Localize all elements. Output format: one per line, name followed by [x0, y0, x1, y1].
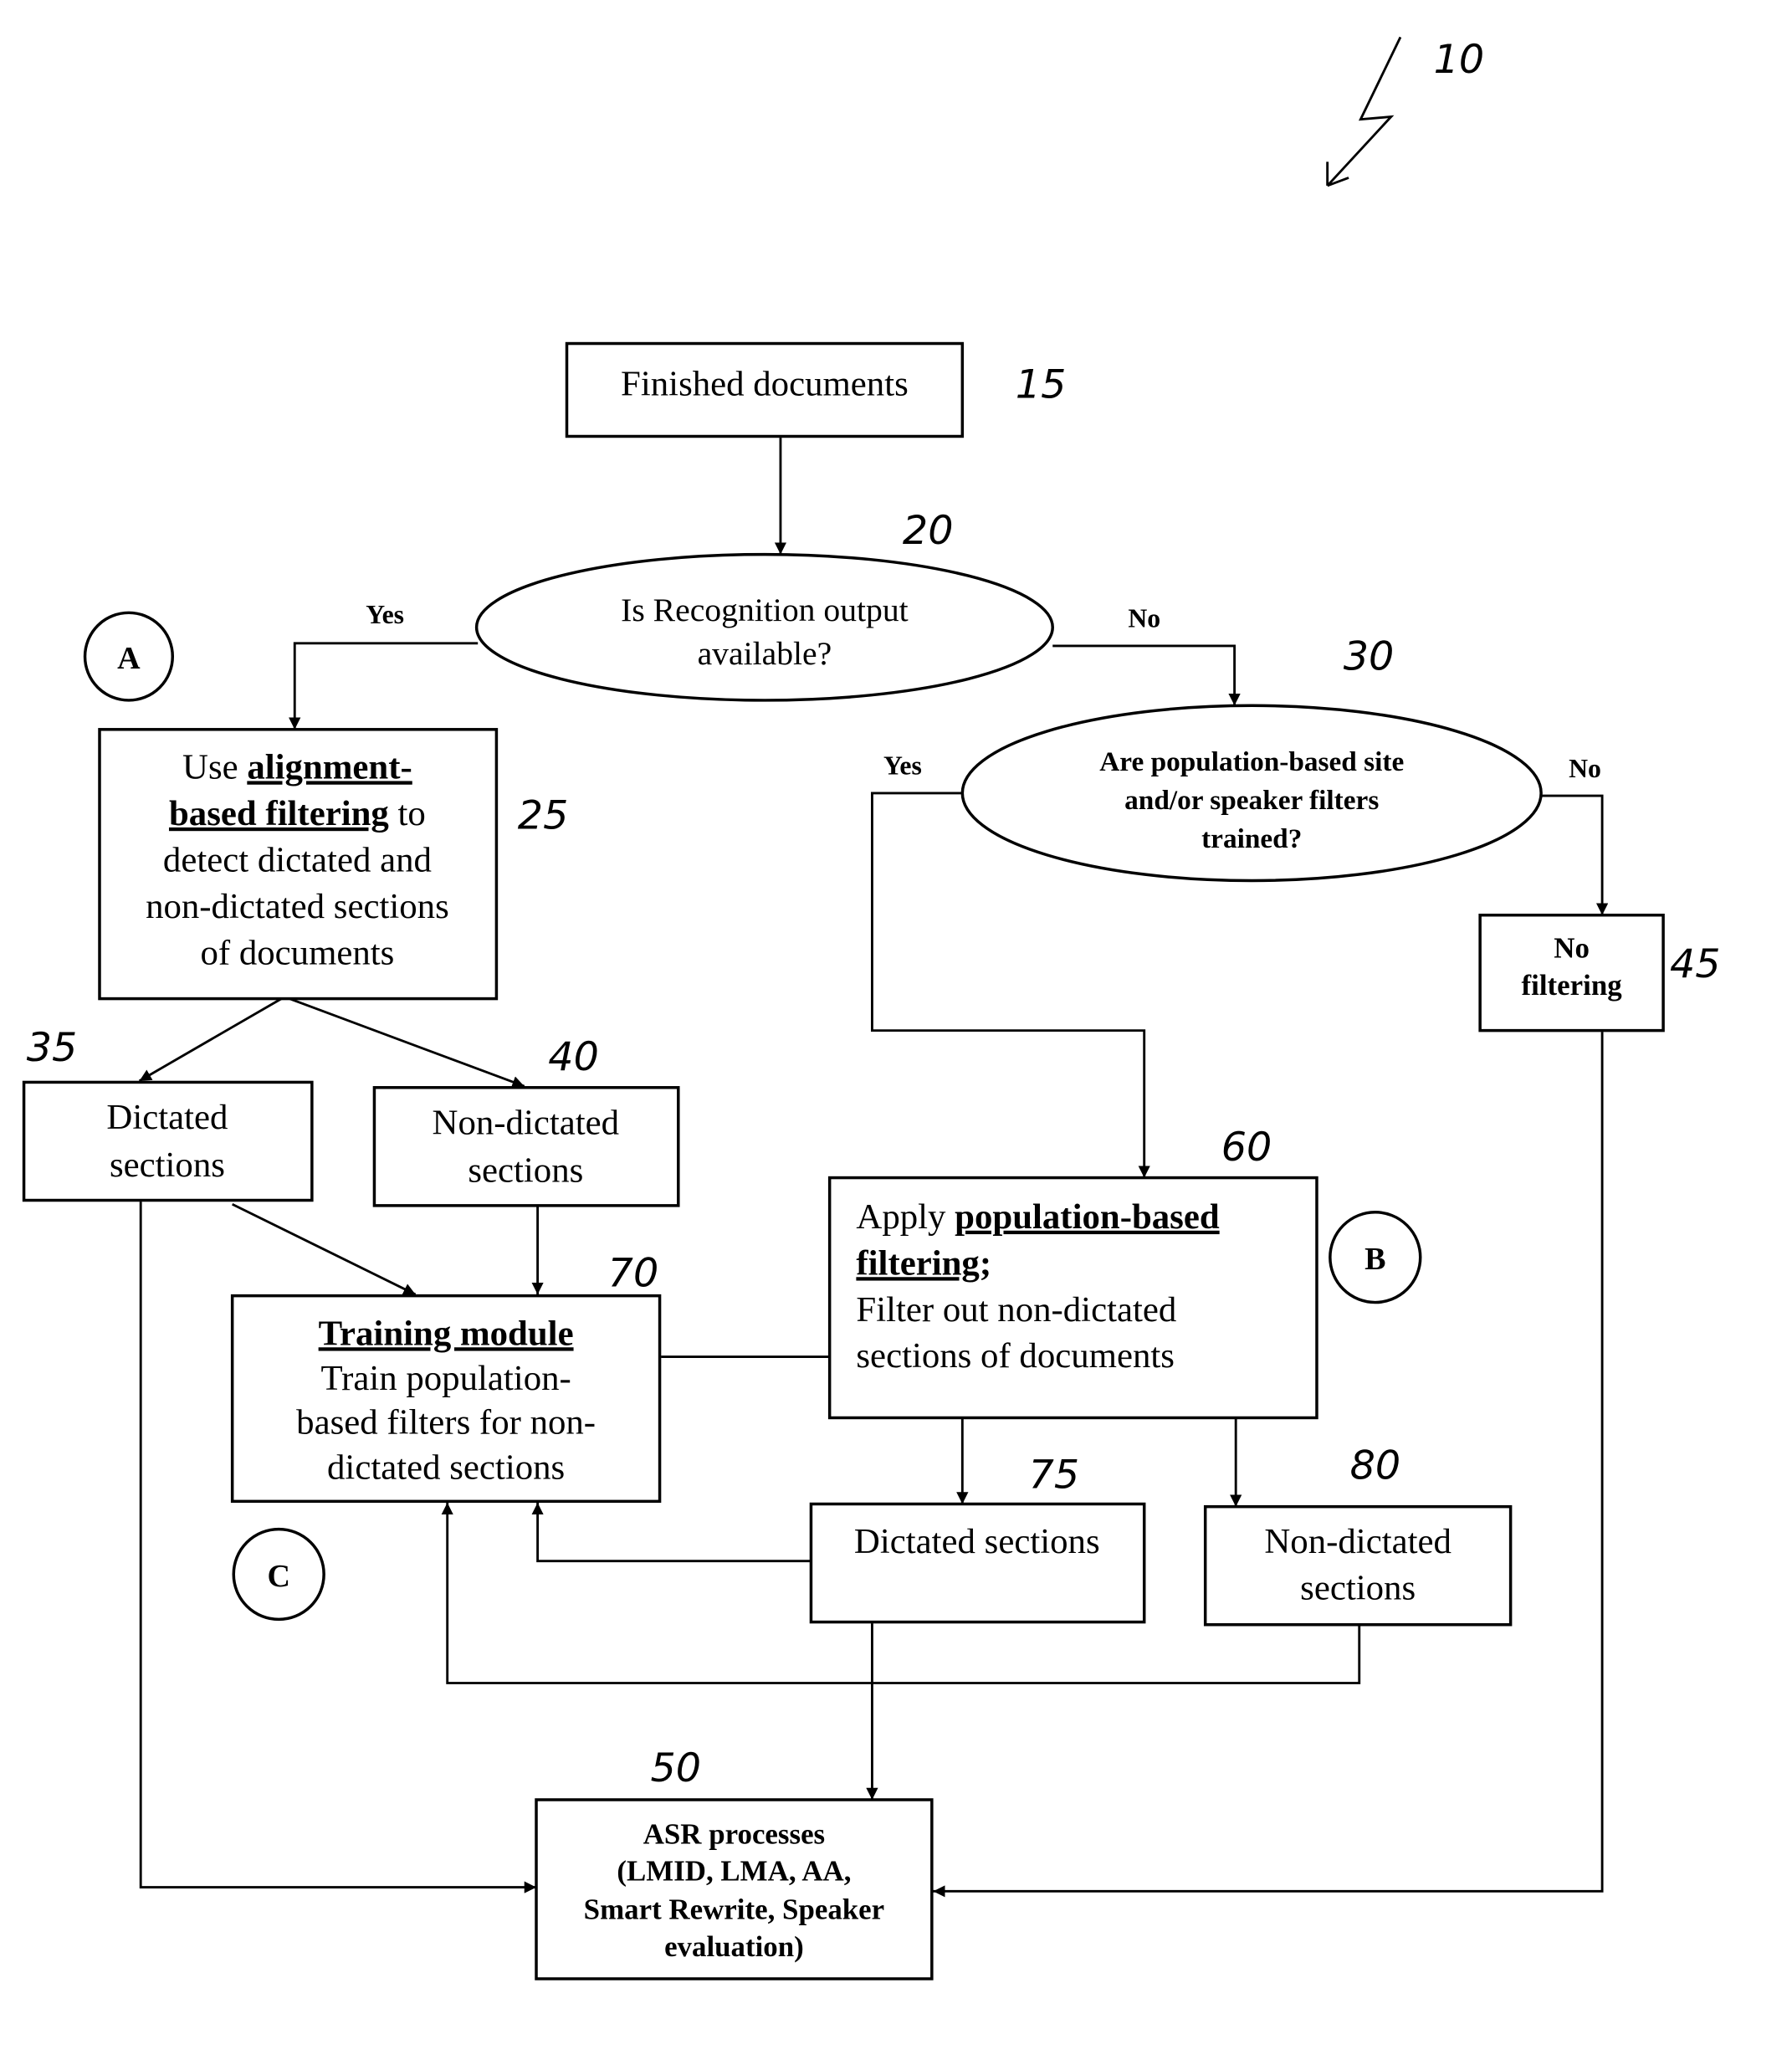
edge-label-yes: Yes: [366, 600, 404, 629]
svg-text:C: C: [267, 1559, 289, 1594]
svg-text:trained?: trained?: [1201, 823, 1302, 854]
decision-filters-trained: Are population-based site and/or speaker…: [960, 633, 1543, 883]
node-finished-documents: Finished documents 15: [565, 341, 1067, 438]
svg-text:sections: sections: [468, 1150, 583, 1190]
svg-text:No: No: [1554, 931, 1590, 964]
svg-text:based filtering to: based filtering to: [169, 794, 426, 833]
svg-text:A: A: [117, 641, 141, 676]
svg-text:and/or speaker filters: and/or speaker filters: [1124, 785, 1379, 816]
svg-text:Dictated sections: Dictated sections: [854, 1522, 1100, 1561]
node-dictated-sections-75: Dictated sections 75: [809, 1453, 1146, 1624]
edge-20-30: [1052, 644, 1241, 706]
svg-text:Is Recognition output: Is Recognition output: [621, 592, 909, 628]
svg-text:Non-dictated: Non-dictated: [433, 1103, 620, 1142]
ref-35: 35: [27, 1025, 78, 1071]
edge-25-40: [289, 997, 525, 1088]
ref-10: 10: [1434, 37, 1485, 83]
marker-b: B: [1329, 1211, 1422, 1304]
edge-30-45: [1539, 794, 1609, 915]
svg-text:Use alignment-: Use alignment-: [182, 747, 412, 787]
ref-40: 40: [548, 1034, 599, 1080]
ref-30: 30: [1344, 633, 1395, 679]
svg-text:dictated sections: dictated sections: [327, 1448, 565, 1487]
node-alignment-filtering: Use alignment- based filtering to detect…: [98, 728, 569, 1001]
node-non-dictated-sections-40: Non-dictated sections 40: [372, 1034, 680, 1207]
svg-text:(LMID, LMA, AA,: (LMID, LMA, AA,: [617, 1855, 851, 1888]
node-training-module: Training module Train population- based …: [230, 1251, 662, 1504]
svg-text:ASR processes: ASR processes: [643, 1817, 825, 1850]
ref-70: 70: [608, 1251, 659, 1297]
edge-35-70: [232, 1202, 417, 1296]
svg-text:Smart Rewrite, Speaker: Smart Rewrite, Speaker: [584, 1893, 884, 1926]
svg-text:non-dictated sections: non-dictated sections: [146, 887, 449, 926]
svg-text:Dictated: Dictated: [106, 1098, 228, 1137]
ref-80: 80: [1350, 1442, 1401, 1489]
edge-label-no: No: [1128, 604, 1160, 633]
svg-text:Finished documents: Finished documents: [621, 364, 909, 403]
svg-text:sections: sections: [110, 1145, 225, 1185]
svg-text:of documents: of documents: [200, 933, 394, 972]
marker-c: C: [232, 1527, 325, 1622]
svg-text:B: B: [1364, 1242, 1385, 1277]
svg-text:Filter out non-dictated: Filter out non-dictated: [856, 1290, 1176, 1330]
edge-label-no: No: [1569, 754, 1601, 783]
edge-label-yes: Yes: [883, 751, 922, 781]
svg-text:filtering: filtering: [1522, 969, 1623, 1002]
flowchart: 10 Yes No Yes No Finished documents 15 I…: [22, 36, 1721, 1980]
ref-15: 15: [1016, 362, 1067, 408]
edge-25-35: [138, 997, 283, 1083]
svg-text:based filters for non-: based filters for non-: [296, 1403, 596, 1442]
node-dictated-sections-35: Dictated sections 35: [22, 1025, 314, 1202]
node-no-filtering: No filtering 45: [1478, 913, 1721, 1032]
svg-text:sections: sections: [1300, 1569, 1416, 1608]
ref-75: 75: [1029, 1453, 1080, 1499]
svg-text:detect dictated and: detect dictated and: [163, 840, 432, 879]
node-non-dictated-sections-80: Non-dictated sections 80: [1203, 1442, 1513, 1627]
svg-text:sections of documents: sections of documents: [856, 1336, 1175, 1376]
svg-text:Training module: Training module: [319, 1314, 574, 1353]
svg-text:Are population-based site: Are population-based site: [1099, 746, 1404, 777]
svg-text:filtering;: filtering;: [856, 1243, 991, 1283]
edge-20-25: [289, 642, 479, 730]
svg-text:Apply population-based: Apply population-based: [856, 1197, 1219, 1237]
edge-75-70: [531, 1502, 812, 1563]
ref-20: 20: [903, 508, 954, 554]
ref-45: 45: [1670, 941, 1721, 987]
ref-60: 60: [1221, 1125, 1272, 1171]
ref-25: 25: [518, 793, 569, 839]
node-population-filtering: Apply population-based filtering; Filter…: [827, 1125, 1318, 1420]
svg-text:available?: available?: [698, 635, 832, 672]
decision-recognition-output: Is Recognition output available? 20: [474, 508, 1054, 702]
ref-50: 50: [650, 1745, 701, 1791]
svg-text:Train population-: Train population-: [320, 1359, 571, 1398]
svg-text:evaluation): evaluation): [664, 1930, 804, 1963]
figure-reference: 10: [1326, 36, 1485, 187]
svg-text:Non-dictated: Non-dictated: [1264, 1522, 1452, 1561]
marker-a: A: [83, 611, 175, 702]
